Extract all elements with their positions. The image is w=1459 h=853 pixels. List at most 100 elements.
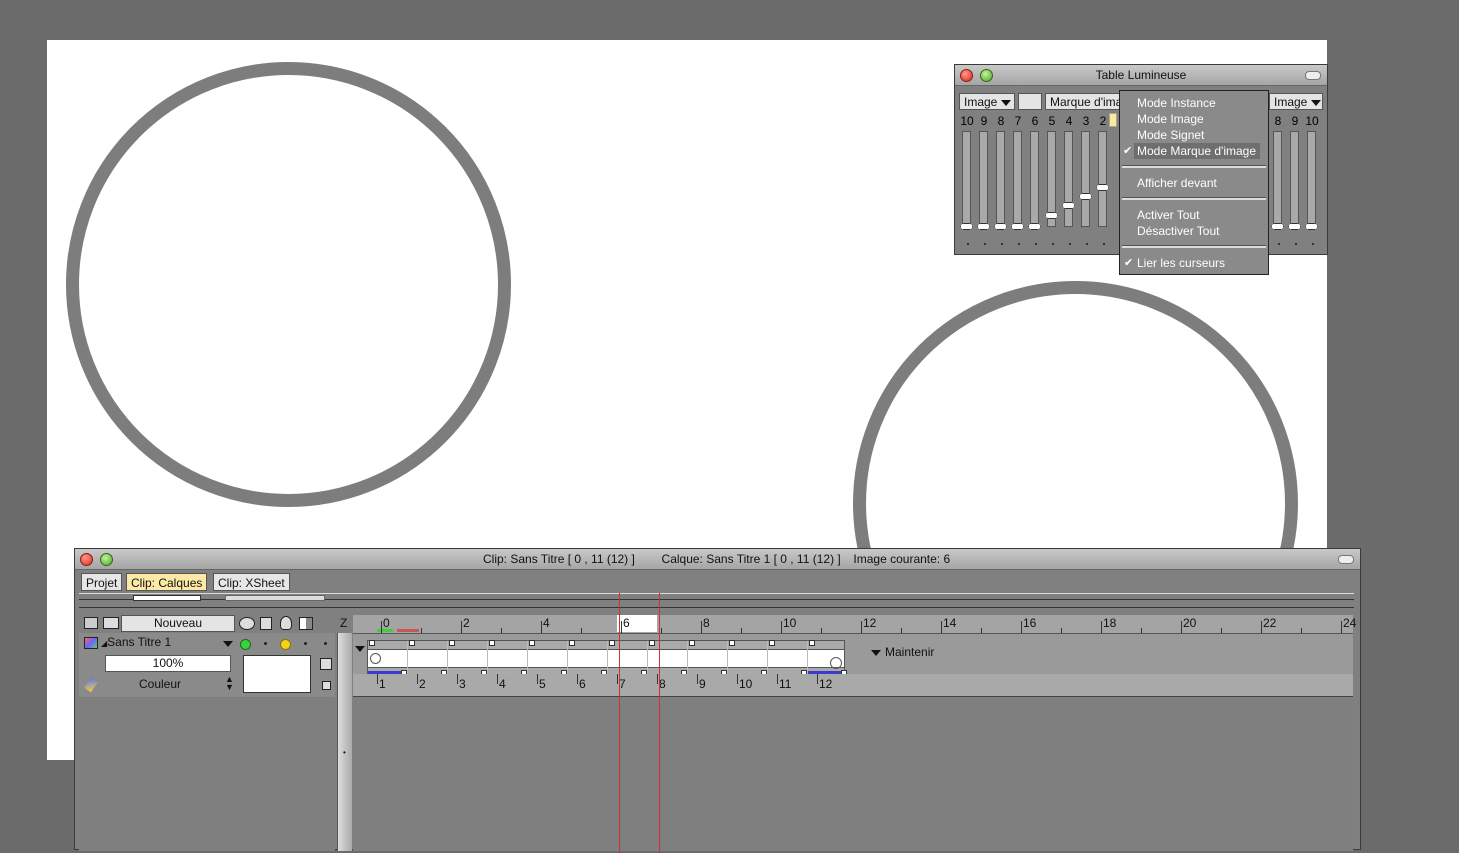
frame-number[interactable]: 2 (419, 677, 426, 691)
slider-thumb[interactable] (960, 223, 973, 230)
menu-item-link-sliders[interactable]: ✔ Lier les curseurs (1120, 255, 1268, 271)
onion-slider[interactable] (1096, 131, 1109, 227)
tab-projet[interactable]: Projet (81, 573, 123, 591)
frame-handle[interactable] (769, 640, 775, 646)
pencil-icon[interactable] (84, 677, 98, 693)
lock-dot-icon[interactable] (264, 642, 267, 645)
frame-number[interactable]: 7 (619, 677, 626, 691)
onion-slider[interactable] (1062, 131, 1075, 227)
frame-handle[interactable] (649, 640, 655, 646)
frame-strip[interactable] (367, 640, 847, 676)
frame-handle[interactable] (609, 640, 615, 646)
menu-item-mode-instance[interactable]: Mode Instance (1120, 95, 1268, 111)
onion-slider[interactable] (1288, 131, 1301, 230)
dot-icon[interactable] (304, 642, 307, 645)
slider-thumb[interactable] (1079, 193, 1092, 200)
menu-item-disable-all[interactable]: Désactiver Tout (1120, 223, 1268, 239)
collapse-icon[interactable] (1305, 71, 1321, 80)
onion-slider[interactable] (1045, 131, 1058, 227)
camera-icon[interactable] (320, 658, 332, 670)
slider-thumb[interactable] (1288, 223, 1301, 230)
mail-icon[interactable] (103, 617, 119, 629)
frame-number[interactable]: 8 (659, 677, 666, 691)
close-icon[interactable] (80, 553, 93, 566)
slider-thumb[interactable] (977, 223, 990, 230)
circle-shape[interactable] (66, 62, 511, 507)
onion-slider[interactable] (1079, 131, 1092, 227)
onion-slider[interactable] (977, 131, 990, 230)
onion-slider[interactable] (960, 131, 973, 230)
dot-icon (1035, 243, 1037, 245)
slider-thumb[interactable] (1028, 223, 1041, 230)
left-mode-dropdown[interactable]: Image (959, 93, 1015, 110)
frame-number[interactable]: 4 (499, 677, 506, 691)
frame-handle[interactable] (809, 640, 815, 646)
menu-item-mode-marque[interactable]: ✔ Mode Marque d'image (1123, 143, 1260, 159)
collapse-icon[interactable] (1338, 555, 1354, 564)
lock-icon[interactable] (260, 617, 272, 630)
onion-slider[interactable] (1305, 131, 1318, 230)
frame-number[interactable]: 10 (739, 677, 752, 691)
menu-item-enable-all[interactable]: Activer Tout (1120, 207, 1268, 223)
layer-row[interactable]: ◢Sans Titre 1 100% Couleur ▲ ▼ (79, 633, 335, 697)
frame-number[interactable]: 6 (579, 677, 586, 691)
frame-handle[interactable] (369, 640, 375, 646)
slider-thumb[interactable] (1062, 202, 1075, 209)
visibility-dot-icon[interactable] (240, 639, 251, 650)
onion-slider[interactable] (994, 131, 1007, 230)
frame-handle[interactable] (689, 640, 695, 646)
menu-item-mode-signet[interactable]: Mode Signet (1120, 127, 1268, 143)
slider-thumb[interactable] (1096, 184, 1109, 191)
layer-track[interactable]: Maintenir (353, 634, 1353, 676)
new-layer-button[interactable]: Nouveau (121, 615, 235, 632)
menu-item-show-front[interactable]: Afficher devant (1120, 175, 1268, 191)
vertical-scrollbar[interactable]: • (337, 633, 352, 851)
scroll-thumb[interactable] (225, 595, 325, 601)
slider-thumb[interactable] (1305, 223, 1318, 230)
frame-number[interactable]: 11 (779, 677, 791, 691)
tab-clip-xsheet[interactable]: Clip: XSheet (213, 573, 290, 591)
chevron-down-icon[interactable] (355, 646, 365, 652)
frame-handle[interactable] (529, 640, 535, 646)
folder-icon[interactable] (84, 617, 98, 629)
hold-label[interactable]: Maintenir (871, 645, 934, 659)
chevron-down-icon[interactable] (223, 641, 233, 647)
frame-handle[interactable] (449, 640, 455, 646)
right-mode-dropdown[interactable]: Image (1269, 93, 1323, 110)
slider-thumb[interactable] (994, 223, 1007, 230)
frame-number[interactable]: 1 (379, 677, 386, 691)
stepper-icon[interactable]: ▲ ▼ (225, 675, 234, 692)
frame-handle[interactable] (409, 640, 415, 646)
frame-number[interactable]: 3 (459, 677, 466, 691)
frame-handle[interactable] (569, 640, 575, 646)
color-swatch-icon[interactable] (299, 617, 313, 630)
mode-dropdown[interactable]: Marque d'image (1045, 93, 1125, 110)
frame-number[interactable]: 5 (539, 677, 546, 691)
small-square-icon[interactable] (322, 681, 331, 690)
onion-slider[interactable] (1028, 131, 1041, 230)
slider-thumb[interactable] (1271, 223, 1284, 230)
light-dot-icon[interactable] (280, 639, 291, 650)
scroll-thumb[interactable] (133, 595, 201, 601)
layer-name[interactable]: ◢Sans Titre 1 (101, 635, 171, 649)
slider-thumb[interactable] (1045, 212, 1058, 219)
light-table-titlebar[interactable]: Table Lumineuse (955, 65, 1327, 86)
frame-handle[interactable] (729, 640, 735, 646)
frame-number[interactable]: 12 (819, 677, 832, 691)
opacity-field[interactable]: 100% (105, 655, 231, 672)
blank-button[interactable] (1018, 93, 1042, 110)
eye-icon[interactable] (239, 617, 255, 630)
frame-handle[interactable] (489, 640, 495, 646)
lightbulb-icon[interactable] (280, 616, 292, 630)
menu-item-mode-image[interactable]: Mode Image (1120, 111, 1268, 127)
frame-number[interactable]: 9 (699, 677, 706, 691)
onion-slider[interactable] (1271, 131, 1284, 230)
color-mode-label[interactable]: Couleur (139, 677, 181, 691)
slider-thumb[interactable] (1011, 223, 1024, 230)
timeline-titlebar[interactable]: Clip: Sans Titre [ 0 , 11 (12) ] Calque:… (75, 549, 1360, 570)
tab-clip-calques[interactable]: Clip: Calques (126, 573, 208, 591)
dot-icon[interactable] (324, 642, 327, 645)
onion-slider[interactable] (1011, 131, 1024, 230)
zoom-icon[interactable] (100, 553, 113, 566)
frame-ruler[interactable]: 0 2 4 6 8 10 12 14 16 18 20 22 24 (353, 615, 1356, 634)
